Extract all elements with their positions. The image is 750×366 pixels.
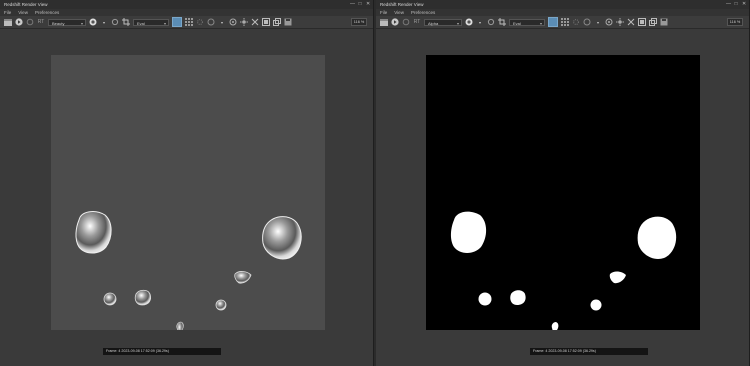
chevron-down-icon: ▾ [163,20,166,26]
menu-file[interactable]: File [380,9,387,16]
active-view-button[interactable] [548,17,558,27]
window-title: Redshift Render View [4,2,48,7]
menu-preferences[interactable]: Preferences [411,9,435,16]
sun-icon[interactable] [240,18,248,26]
render-viewport[interactable]: Frame: 4 2023-09-08 17:52:09 (36.29s) [376,29,749,366]
aov-channel-dropdown[interactable]: Alpha ▾ [424,18,462,26]
toolbar: RT Alpha ▾ ▾ Eval ▾ ▾ 116 % [376,16,749,29]
render-status-bar: Frame: 4 2023-09-08 17:52:09 (36.29s) [103,348,221,355]
chevron-down-icon: ▾ [456,20,459,26]
close-button[interactable]: ✕ [742,0,746,9]
snapshot-icon[interactable] [638,18,646,26]
dots-icon[interactable] [196,18,204,26]
render-viewport[interactable]: Frame: 4 2023-09-08 17:52:09 (36.29s) [0,29,373,366]
close-button[interactable]: ✕ [366,0,370,9]
grid-icon[interactable] [185,18,193,26]
maximize-button[interactable]: □ [358,0,362,9]
expand-icon[interactable] [251,18,259,26]
render-start-icon[interactable] [15,18,23,26]
dots-icon[interactable] [572,18,580,26]
title-bar: Redshift Render View — □ ✕ [0,0,373,9]
save-icon[interactable] [284,18,292,26]
region-dropdown[interactable]: Eval ▾ [133,18,169,26]
zoom-level[interactable]: 116 % [351,18,367,26]
region-value: Eval [513,20,521,26]
color-wheel-icon[interactable] [465,18,473,26]
region-dropdown[interactable]: Eval ▾ [509,18,545,26]
refresh-icon[interactable] [402,18,410,26]
alpha-render-image [426,55,700,337]
menu-file[interactable]: File [4,9,11,16]
target-icon[interactable] [229,18,237,26]
chevron-down-icon[interactable]: ▾ [594,18,602,26]
settings-icon[interactable] [487,18,495,26]
aov-channel-value: Alpha [428,20,439,26]
render-start-icon[interactable] [391,18,399,26]
chevron-down-icon[interactable]: ▾ [218,18,226,26]
crop-icon[interactable] [122,18,130,26]
clapper-icon[interactable] [380,18,388,26]
copy-icon[interactable] [649,18,657,26]
beauty-render-image [51,55,325,338]
toolbar: RT Beauty ▾ ▾ Eval ▾ ▾ 116 % [0,16,373,29]
render-view-window-beauty: Redshift Render View — □ ✕ File View Pre… [0,0,374,366]
region-value: Eval [137,20,145,26]
menu-bar: File View Preferences [0,9,373,16]
active-view-button[interactable] [172,17,182,27]
chevron-down-icon: ▾ [539,20,542,26]
zoom-level[interactable]: 116 % [727,18,743,26]
chevron-down-icon: ▾ [80,20,83,26]
minimize-button[interactable]: — [726,0,731,9]
circle-icon[interactable] [583,18,591,26]
circle-icon[interactable] [207,18,215,26]
rt-icon[interactable]: RT [413,18,421,26]
menu-bar: File View Preferences [376,9,749,16]
color-wheel-icon[interactable] [89,18,97,26]
expand-icon[interactable] [627,18,635,26]
settings-icon[interactable] [111,18,119,26]
snapshot-icon[interactable] [262,18,270,26]
clapper-icon[interactable] [4,18,12,26]
refresh-icon[interactable] [26,18,34,26]
alpha-mask-render [450,211,677,337]
window-title: Redshift Render View [380,2,424,7]
render-status-bar: Frame: 4 2023-09-08 17:52:09 (36.29s) [530,348,648,355]
crop-icon[interactable] [498,18,506,26]
maximize-button[interactable]: □ [734,0,738,9]
menu-view[interactable]: View [18,9,28,16]
copy-icon[interactable] [273,18,281,26]
menu-view[interactable]: View [394,9,404,16]
target-icon[interactable] [605,18,613,26]
minimize-button[interactable]: — [350,0,355,9]
chevron-down-icon[interactable]: ▾ [100,18,108,26]
save-icon[interactable] [660,18,668,26]
aov-channel-dropdown[interactable]: Beauty ▾ [48,18,86,26]
rt-icon[interactable]: RT [37,18,45,26]
grid-icon[interactable] [561,18,569,26]
render-view-window-alpha: Redshift Render View — □ ✕ File View Pre… [376,0,750,366]
water-droplets-render [75,211,302,338]
menu-preferences[interactable]: Preferences [35,9,59,16]
aov-channel-value: Beauty [52,20,65,26]
title-bar: Redshift Render View — □ ✕ [376,0,749,9]
chevron-down-icon[interactable]: ▾ [476,18,484,26]
sun-icon[interactable] [616,18,624,26]
